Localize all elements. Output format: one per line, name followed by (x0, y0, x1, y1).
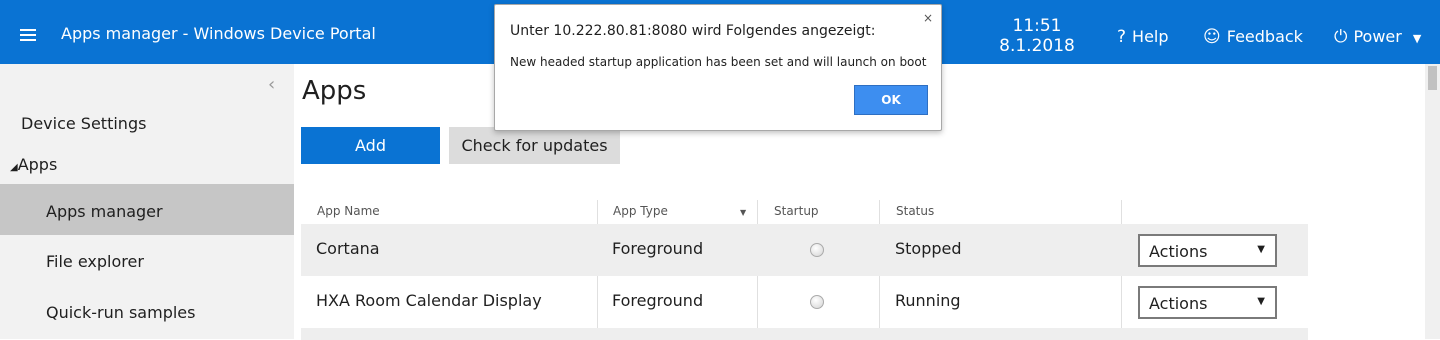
question-icon: ? (1117, 27, 1127, 47)
dialog-title: Unter 10.222.80.81:8080 wird Folgendes a… (510, 23, 876, 39)
feedback-button[interactable]: ☺ Feedback (1203, 27, 1303, 47)
table-row (301, 328, 1308, 340)
caret-down-icon: ▼ (1412, 32, 1422, 45)
actions-dropdown[interactable]: Actions ▼ (1138, 234, 1277, 267)
alert-dialog: Unter 10.222.80.81:8080 wird Folgendes a… (494, 4, 942, 131)
ok-button[interactable]: OK (854, 85, 928, 115)
table-row: Cortana Foreground Stopped Actions ▼ (301, 224, 1308, 276)
column-header-startup[interactable]: Startup (774, 204, 819, 218)
status-cell: Running (895, 291, 961, 310)
sidebar-item-label: Device Settings (21, 114, 147, 133)
dropdown-arrow-icon: ▼ (1257, 296, 1265, 307)
scrollbar-thumb[interactable] (1428, 66, 1437, 90)
check-for-updates-button[interactable]: Check for updates (449, 127, 620, 164)
apps-table: App Name App Type ▼ Startup Status Corta… (301, 196, 1308, 340)
column-header-app-type[interactable]: App Type (613, 204, 668, 218)
sidebar-item-apps[interactable]: ◢Apps (0, 155, 294, 177)
page-scrollbar[interactable] (1425, 64, 1440, 339)
clock-date: 8.1.2018 (999, 36, 1075, 56)
sidebar-item-apps-manager[interactable]: Apps manager (0, 184, 294, 235)
power-icon: ⏻ (1334, 27, 1348, 47)
menu-icon[interactable] (20, 29, 36, 41)
sidebar-item-device-settings[interactable]: Device Settings (0, 114, 294, 136)
sidebar-item-file-explorer[interactable]: File explorer (0, 252, 294, 274)
smiley-icon: ☺ (1203, 27, 1221, 47)
table-row: HXA Room Calendar Display Foreground Run… (301, 276, 1308, 328)
app-name-cell: Cortana (316, 239, 380, 258)
sidebar: ‹ Device Settings ◢Apps Apps manager Fil… (0, 64, 294, 339)
startup-radio[interactable] (810, 243, 824, 257)
sidebar-item-label: Apps (17, 155, 58, 174)
sidebar-item-label: Quick-run samples (46, 303, 196, 322)
column-header-status[interactable]: Status (896, 204, 934, 218)
close-icon[interactable]: × (923, 11, 933, 25)
sort-arrow-icon[interactable]: ▼ (740, 208, 746, 217)
clock: 11:51 8.1.2018 (996, 16, 1078, 56)
power-label: Power (1353, 27, 1402, 46)
power-button[interactable]: ⏻ Power ▼ (1334, 27, 1421, 47)
sidebar-item-label: Apps manager (46, 202, 163, 221)
page-title: Apps (302, 76, 367, 106)
app-title: Apps manager - Windows Device Portal (61, 24, 376, 43)
app-name-cell: HXA Room Calendar Display (316, 291, 542, 310)
clock-time: 11:51 (1012, 16, 1062, 36)
column-header-app-name[interactable]: App Name (317, 204, 380, 218)
expand-triangle-icon: ◢ (10, 162, 18, 173)
collapse-sidebar-icon[interactable]: ‹ (268, 74, 275, 95)
add-button[interactable]: Add (301, 127, 440, 164)
actions-dropdown-value: Actions (1149, 294, 1208, 313)
dropdown-arrow-icon: ▼ (1257, 244, 1265, 255)
sidebar-item-quick-run-samples[interactable]: Quick-run samples (0, 303, 294, 325)
help-button[interactable]: ? Help (1117, 27, 1169, 47)
startup-radio[interactable] (810, 295, 824, 309)
app-type-cell: Foreground (612, 291, 704, 310)
feedback-label: Feedback (1226, 27, 1303, 46)
status-cell: Stopped (895, 239, 962, 258)
app-type-cell: Foreground (612, 239, 704, 258)
actions-dropdown[interactable]: Actions ▼ (1138, 286, 1277, 319)
actions-dropdown-value: Actions (1149, 242, 1208, 261)
help-label: Help (1132, 27, 1169, 46)
table-header: App Name App Type ▼ Startup Status (301, 196, 1308, 224)
dialog-message: New headed startup application has been … (510, 55, 927, 69)
sidebar-item-label: File explorer (46, 252, 144, 271)
